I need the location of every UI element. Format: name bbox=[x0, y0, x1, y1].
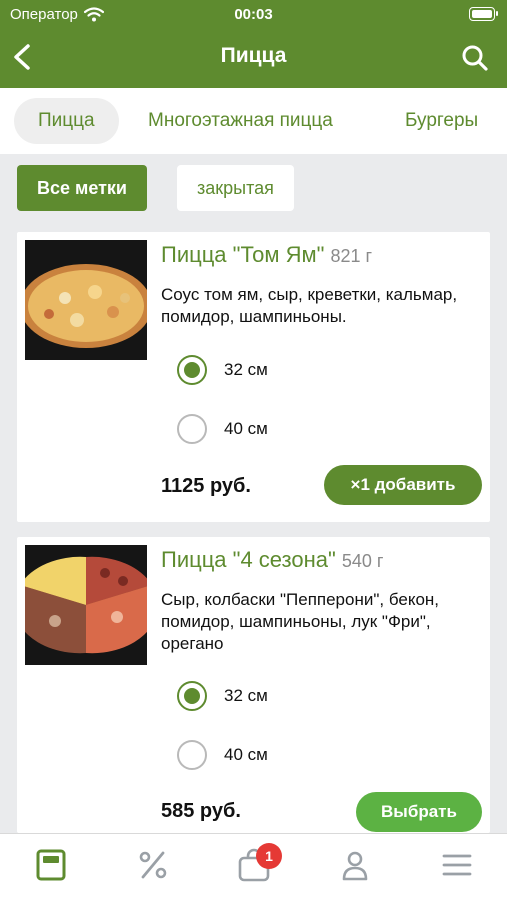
size-option[interactable]: 32 см bbox=[177, 680, 268, 712]
product-name: Пицца "4 сезона" bbox=[161, 547, 336, 572]
product-name: Пицца "Том Ям" bbox=[161, 242, 325, 267]
size-option[interactable]: 32 см bbox=[177, 354, 268, 386]
size-option[interactable]: 40 см bbox=[177, 413, 268, 445]
size-option[interactable]: 40 см bbox=[177, 739, 268, 771]
tab-pizza[interactable]: Пицца bbox=[14, 98, 119, 144]
page-title: Пицца bbox=[220, 44, 287, 67]
pizza-image bbox=[25, 240, 147, 360]
add-to-cart-button[interactable]: ×1 добавить bbox=[324, 465, 482, 505]
status-bar: Оператор 00:03 bbox=[0, 0, 507, 30]
product-title[interactable]: Пицца "4 сезона" 540 г bbox=[161, 547, 383, 573]
search-icon[interactable] bbox=[461, 44, 489, 72]
product-description: Сыр, колбаски "Пепперони", бекон, помидо… bbox=[161, 590, 440, 653]
tab-multilayer-pizza[interactable]: Многоэтажная пицца bbox=[148, 98, 333, 144]
radio-selected-icon[interactable] bbox=[177, 681, 207, 711]
radio-selected-icon[interactable] bbox=[177, 355, 207, 385]
radio-unselected-icon[interactable] bbox=[177, 740, 207, 770]
product-description: Соус том ям, сыр, креветки, кальмар, пом… bbox=[161, 285, 458, 326]
size-label: 40 см bbox=[224, 419, 268, 438]
product-price: 1125 руб. bbox=[161, 475, 251, 497]
filter-all-tags[interactable]: Все метки bbox=[17, 165, 147, 211]
radio-unselected-icon[interactable] bbox=[177, 414, 207, 444]
battery-icon bbox=[469, 7, 498, 21]
product-card: Пицца "Том Ям" 821 г Соус том ям, сыр, кр… bbox=[17, 232, 490, 522]
size-label: 32 см bbox=[224, 686, 268, 705]
product-image[interactable] bbox=[25, 240, 147, 360]
tab-burgers[interactable]: Бургеры bbox=[405, 98, 478, 144]
status-time: 00:03 bbox=[234, 6, 273, 23]
size-label: 40 см bbox=[224, 745, 268, 764]
product-price: 585 руб. bbox=[161, 800, 241, 822]
cart-count-badge: 1 bbox=[256, 843, 282, 869]
pizza-image bbox=[25, 545, 147, 665]
hamburger-menu-icon[interactable] bbox=[440, 848, 474, 882]
bottom-tab-bar bbox=[0, 833, 507, 900]
percent-icon[interactable] bbox=[136, 848, 170, 882]
category-tabs: Пицца Многоэтажная пицца Бургеры bbox=[0, 88, 507, 154]
product-card: Пицца "4 сезона" 540 г Сыр, колбаски "Пеп… bbox=[17, 537, 490, 833]
top-bar: Оператор 00:03 Пицца bbox=[0, 0, 507, 88]
product-weight: 821 г bbox=[330, 246, 373, 266]
profile-icon[interactable] bbox=[338, 848, 372, 882]
select-button[interactable]: Выбрать bbox=[356, 792, 482, 832]
filter-closed[interactable]: закрытая bbox=[177, 165, 294, 211]
product-weight: 540 г bbox=[341, 551, 384, 571]
size-label: 32 см bbox=[224, 360, 268, 379]
product-title[interactable]: Пицца "Том Ям" 821 г bbox=[161, 242, 372, 268]
menu-book-icon[interactable] bbox=[34, 848, 68, 882]
product-image[interactable] bbox=[25, 545, 147, 665]
